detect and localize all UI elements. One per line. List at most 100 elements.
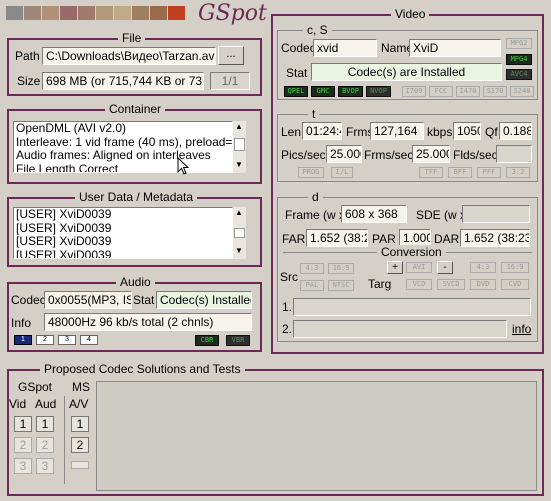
src-4-3-tag[interactable]: 4:3 bbox=[300, 263, 324, 274]
audio-stream-3[interactable]: 3 bbox=[58, 335, 76, 345]
scroll-thumb[interactable] bbox=[234, 228, 245, 238]
frms-field[interactable]: 127,164 bbox=[370, 122, 424, 140]
video-name-field[interactable]: XviD bbox=[409, 39, 501, 57]
audio-stat-field: Codec(s) Installed bbox=[156, 291, 252, 309]
src-16-9-tag[interactable]: 16:9 bbox=[328, 263, 354, 274]
av-test-placeholder bbox=[71, 461, 89, 469]
vcd-tag[interactable]: VCD bbox=[406, 279, 432, 290]
interlaced-tag: I/L bbox=[331, 167, 353, 178]
len-label: Len bbox=[281, 125, 302, 139]
flag-qpel-tag: QPEL bbox=[284, 86, 308, 97]
flag-fcc-tag: FCC bbox=[429, 86, 453, 97]
list-item[interactable]: Audio frames: Aligned on interleaves bbox=[14, 148, 232, 163]
par-label: PAR bbox=[372, 232, 396, 246]
targ-16-9-tag[interactable]: 16:9 bbox=[501, 262, 529, 273]
audio-codec-field[interactable]: 0x0055(MP3, ISO bbox=[44, 291, 132, 309]
path-field[interactable]: C:\Downloads\Видео\Tarzan.avi bbox=[42, 47, 216, 65]
codec-subgroup-title: c, S bbox=[303, 23, 332, 37]
cvd-tag[interactable]: CVD bbox=[501, 279, 529, 290]
gspot-label: GSpot bbox=[18, 380, 53, 394]
audio-info-field[interactable]: 48000Hz 96 kb/s total (2 chnls) bbox=[44, 313, 252, 331]
avc4-tag: AVC4 bbox=[506, 69, 532, 80]
audio-stream-2[interactable]: 2 bbox=[36, 335, 54, 345]
kbps-field[interactable]: 1050 bbox=[453, 122, 481, 140]
path-label: Path bbox=[15, 49, 40, 63]
dvd-tag[interactable]: DVD bbox=[470, 279, 496, 290]
list-item[interactable]: OpenDML (AVI v2.0) bbox=[14, 122, 232, 136]
userdata-list[interactable]: [USER] XviD0039 [USER] XviD0039 [USER] Xvi… bbox=[13, 207, 233, 259]
far-field[interactable]: 1.652 (38:23 bbox=[306, 229, 368, 247]
svcd-tag[interactable]: SVCD bbox=[437, 279, 465, 290]
info-link[interactable]: info bbox=[512, 322, 531, 336]
vid-test-2[interactable]: 2 bbox=[14, 437, 32, 453]
aud-test-3[interactable]: 3 bbox=[36, 458, 54, 474]
list-item[interactable]: [USER] XviD0039 bbox=[14, 248, 232, 258]
flag-gmc-tag: GMC bbox=[311, 86, 335, 97]
container-scrollbar[interactable]: ▲ ▼ bbox=[233, 121, 246, 173]
far-label: FAR bbox=[282, 232, 306, 246]
dar-label: DAR bbox=[434, 232, 460, 246]
list-item[interactable]: [USER] XviD0039 bbox=[14, 221, 232, 236]
conversion-title: Conversion bbox=[377, 245, 446, 259]
targ-4-3-tag[interactable]: 4:3 bbox=[470, 262, 496, 273]
logo-swatch bbox=[78, 6, 95, 20]
conv-row2-field[interactable] bbox=[293, 320, 507, 338]
pal-tag[interactable]: PAL bbox=[300, 280, 324, 291]
video-stat-field: Codec(s) are Installed bbox=[311, 63, 502, 81]
ntsc-tag[interactable]: NTSC bbox=[328, 280, 354, 291]
conv-minus-button[interactable]: - bbox=[437, 261, 453, 274]
list-item[interactable]: [USER] XviD0039 bbox=[14, 208, 232, 222]
dar-field[interactable]: 1.652 (38:23) bbox=[460, 229, 530, 247]
sde-field[interactable] bbox=[462, 205, 530, 223]
audio-info-label: Info bbox=[11, 316, 32, 330]
video-codec-label: Codec bbox=[281, 41, 316, 55]
audio-stream-4[interactable]: 4 bbox=[80, 335, 98, 345]
list-item[interactable]: Interleave: 1 vid frame (40 ms), preload… bbox=[14, 135, 232, 150]
vid-test-3[interactable]: 3 bbox=[14, 458, 32, 474]
aud-test-1[interactable]: 1 bbox=[36, 416, 54, 432]
scroll-up-icon[interactable]: ▲ bbox=[233, 207, 245, 219]
size-field[interactable]: 698 MB (or 715,744 KB or 732,92 bbox=[42, 72, 204, 90]
qf-label: Qf bbox=[485, 125, 498, 139]
av-test-2[interactable]: 2 bbox=[71, 437, 89, 453]
dimensions-subgroup-title: d bbox=[308, 190, 323, 204]
size-label: Size bbox=[17, 74, 41, 88]
flds-sec-field[interactable] bbox=[496, 145, 532, 163]
tff-tag: TFF bbox=[419, 167, 443, 178]
logo-swatch bbox=[168, 6, 185, 20]
pics-sec-field[interactable]: 25.000 bbox=[326, 145, 362, 163]
frame-field[interactable]: 608 x 368 bbox=[341, 205, 407, 223]
conv-avi-tag[interactable]: AVI bbox=[406, 262, 432, 273]
aud-test-2[interactable]: 2 bbox=[36, 437, 54, 453]
prog-tag: PROG bbox=[298, 167, 324, 178]
pics-sec-label: Pics/sec bbox=[281, 148, 326, 162]
scroll-thumb[interactable] bbox=[234, 138, 245, 151]
file-group-title: File bbox=[118, 31, 146, 45]
conv-row1-field[interactable] bbox=[293, 298, 531, 316]
scroll-up-icon[interactable]: ▲ bbox=[233, 121, 245, 133]
video-stat-label: Stat bbox=[286, 66, 308, 80]
audio-stat-label: Stat bbox=[133, 293, 155, 307]
frms-sec-field[interactable]: 25.000 bbox=[412, 145, 450, 163]
logo-swatch bbox=[60, 6, 77, 20]
list-item[interactable]: File Length Correct bbox=[14, 162, 232, 172]
container-list[interactable]: OpenDML (AVI v2.0) Interleave: 1 vid fram… bbox=[13, 121, 233, 173]
len-field[interactable]: 01:24:4 bbox=[302, 122, 342, 140]
browse-button[interactable]: ... bbox=[218, 46, 244, 65]
proposed-solutions-area[interactable] bbox=[96, 381, 537, 491]
userdata-scrollbar[interactable]: ▲ ▼ bbox=[233, 207, 246, 259]
logo-swatch-strip bbox=[6, 6, 192, 20]
audio-stream-1[interactable]: 1 bbox=[14, 335, 32, 345]
scroll-down-icon[interactable]: ▼ bbox=[233, 245, 245, 257]
list-item[interactable]: [USER] XviD0039 bbox=[14, 234, 232, 249]
flag-bvop-tag: BVOP bbox=[338, 86, 363, 97]
qf-field[interactable]: 0.188 bbox=[499, 122, 532, 140]
video-codec-field[interactable]: xvid bbox=[313, 39, 377, 57]
av-test-1[interactable]: 1 bbox=[71, 416, 89, 432]
logo-swatch bbox=[6, 6, 23, 20]
conv-plus-button[interactable]: + bbox=[387, 261, 403, 274]
vid-label: Vid bbox=[9, 397, 27, 411]
scroll-down-icon[interactable]: ▼ bbox=[233, 159, 245, 171]
src-label: Src bbox=[280, 270, 298, 284]
vid-test-1[interactable]: 1 bbox=[14, 416, 32, 432]
